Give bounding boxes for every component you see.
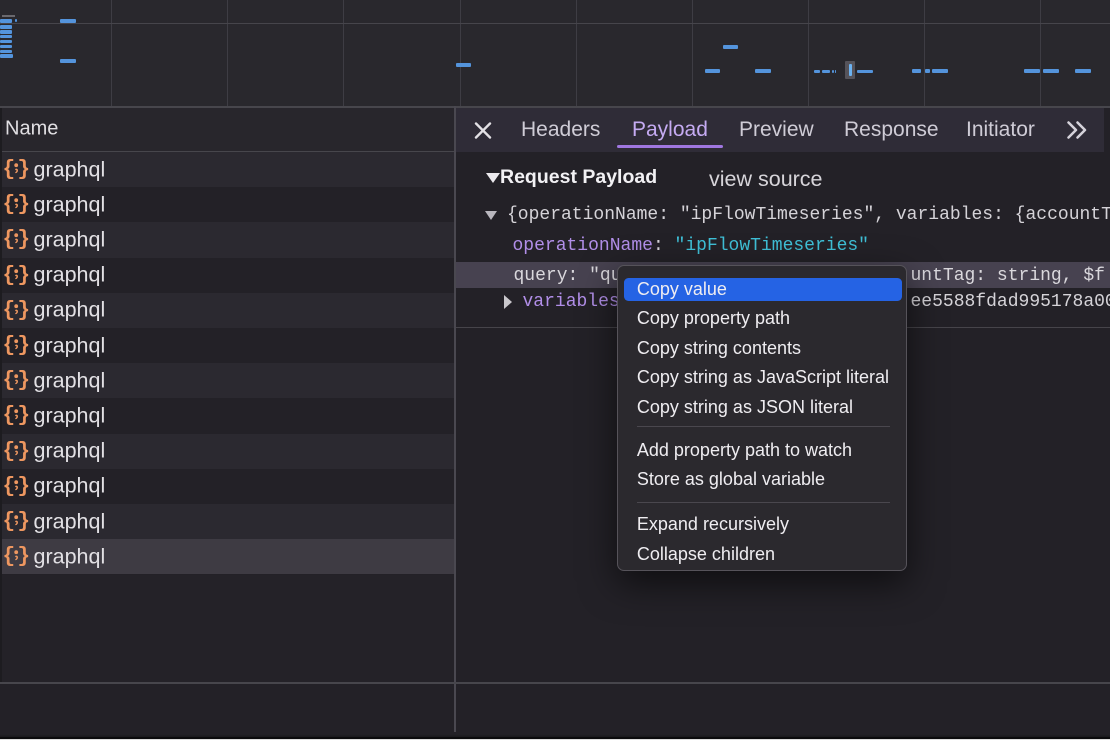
svg-text:}: } <box>18 299 30 321</box>
svg-text:{: { <box>3 229 15 251</box>
svg-text:}: } <box>18 229 30 251</box>
svg-text:{: { <box>3 194 15 216</box>
svg-text:{: { <box>3 370 15 392</box>
svg-text:}: } <box>18 264 30 286</box>
svg-text:}: } <box>18 475 30 497</box>
svg-text:{: { <box>3 475 15 497</box>
svg-text:}: } <box>18 440 30 462</box>
svg-text:{: { <box>3 405 15 427</box>
svg-text:{: { <box>3 335 15 357</box>
svg-text:}: } <box>18 194 30 216</box>
svg-text:{: { <box>3 546 15 568</box>
svg-text:{: { <box>3 264 15 286</box>
svg-text:{: { <box>3 159 15 181</box>
svg-text:}: } <box>18 405 30 427</box>
svg-text:}: } <box>18 370 30 392</box>
svg-text:{: { <box>3 299 15 321</box>
svg-text:}: } <box>18 511 30 533</box>
svg-text:}: } <box>18 159 30 181</box>
svg-text:{: { <box>3 511 15 533</box>
svg-text:{: { <box>3 440 15 462</box>
svg-text:}: } <box>18 546 30 568</box>
svg-text:}: } <box>18 335 30 357</box>
